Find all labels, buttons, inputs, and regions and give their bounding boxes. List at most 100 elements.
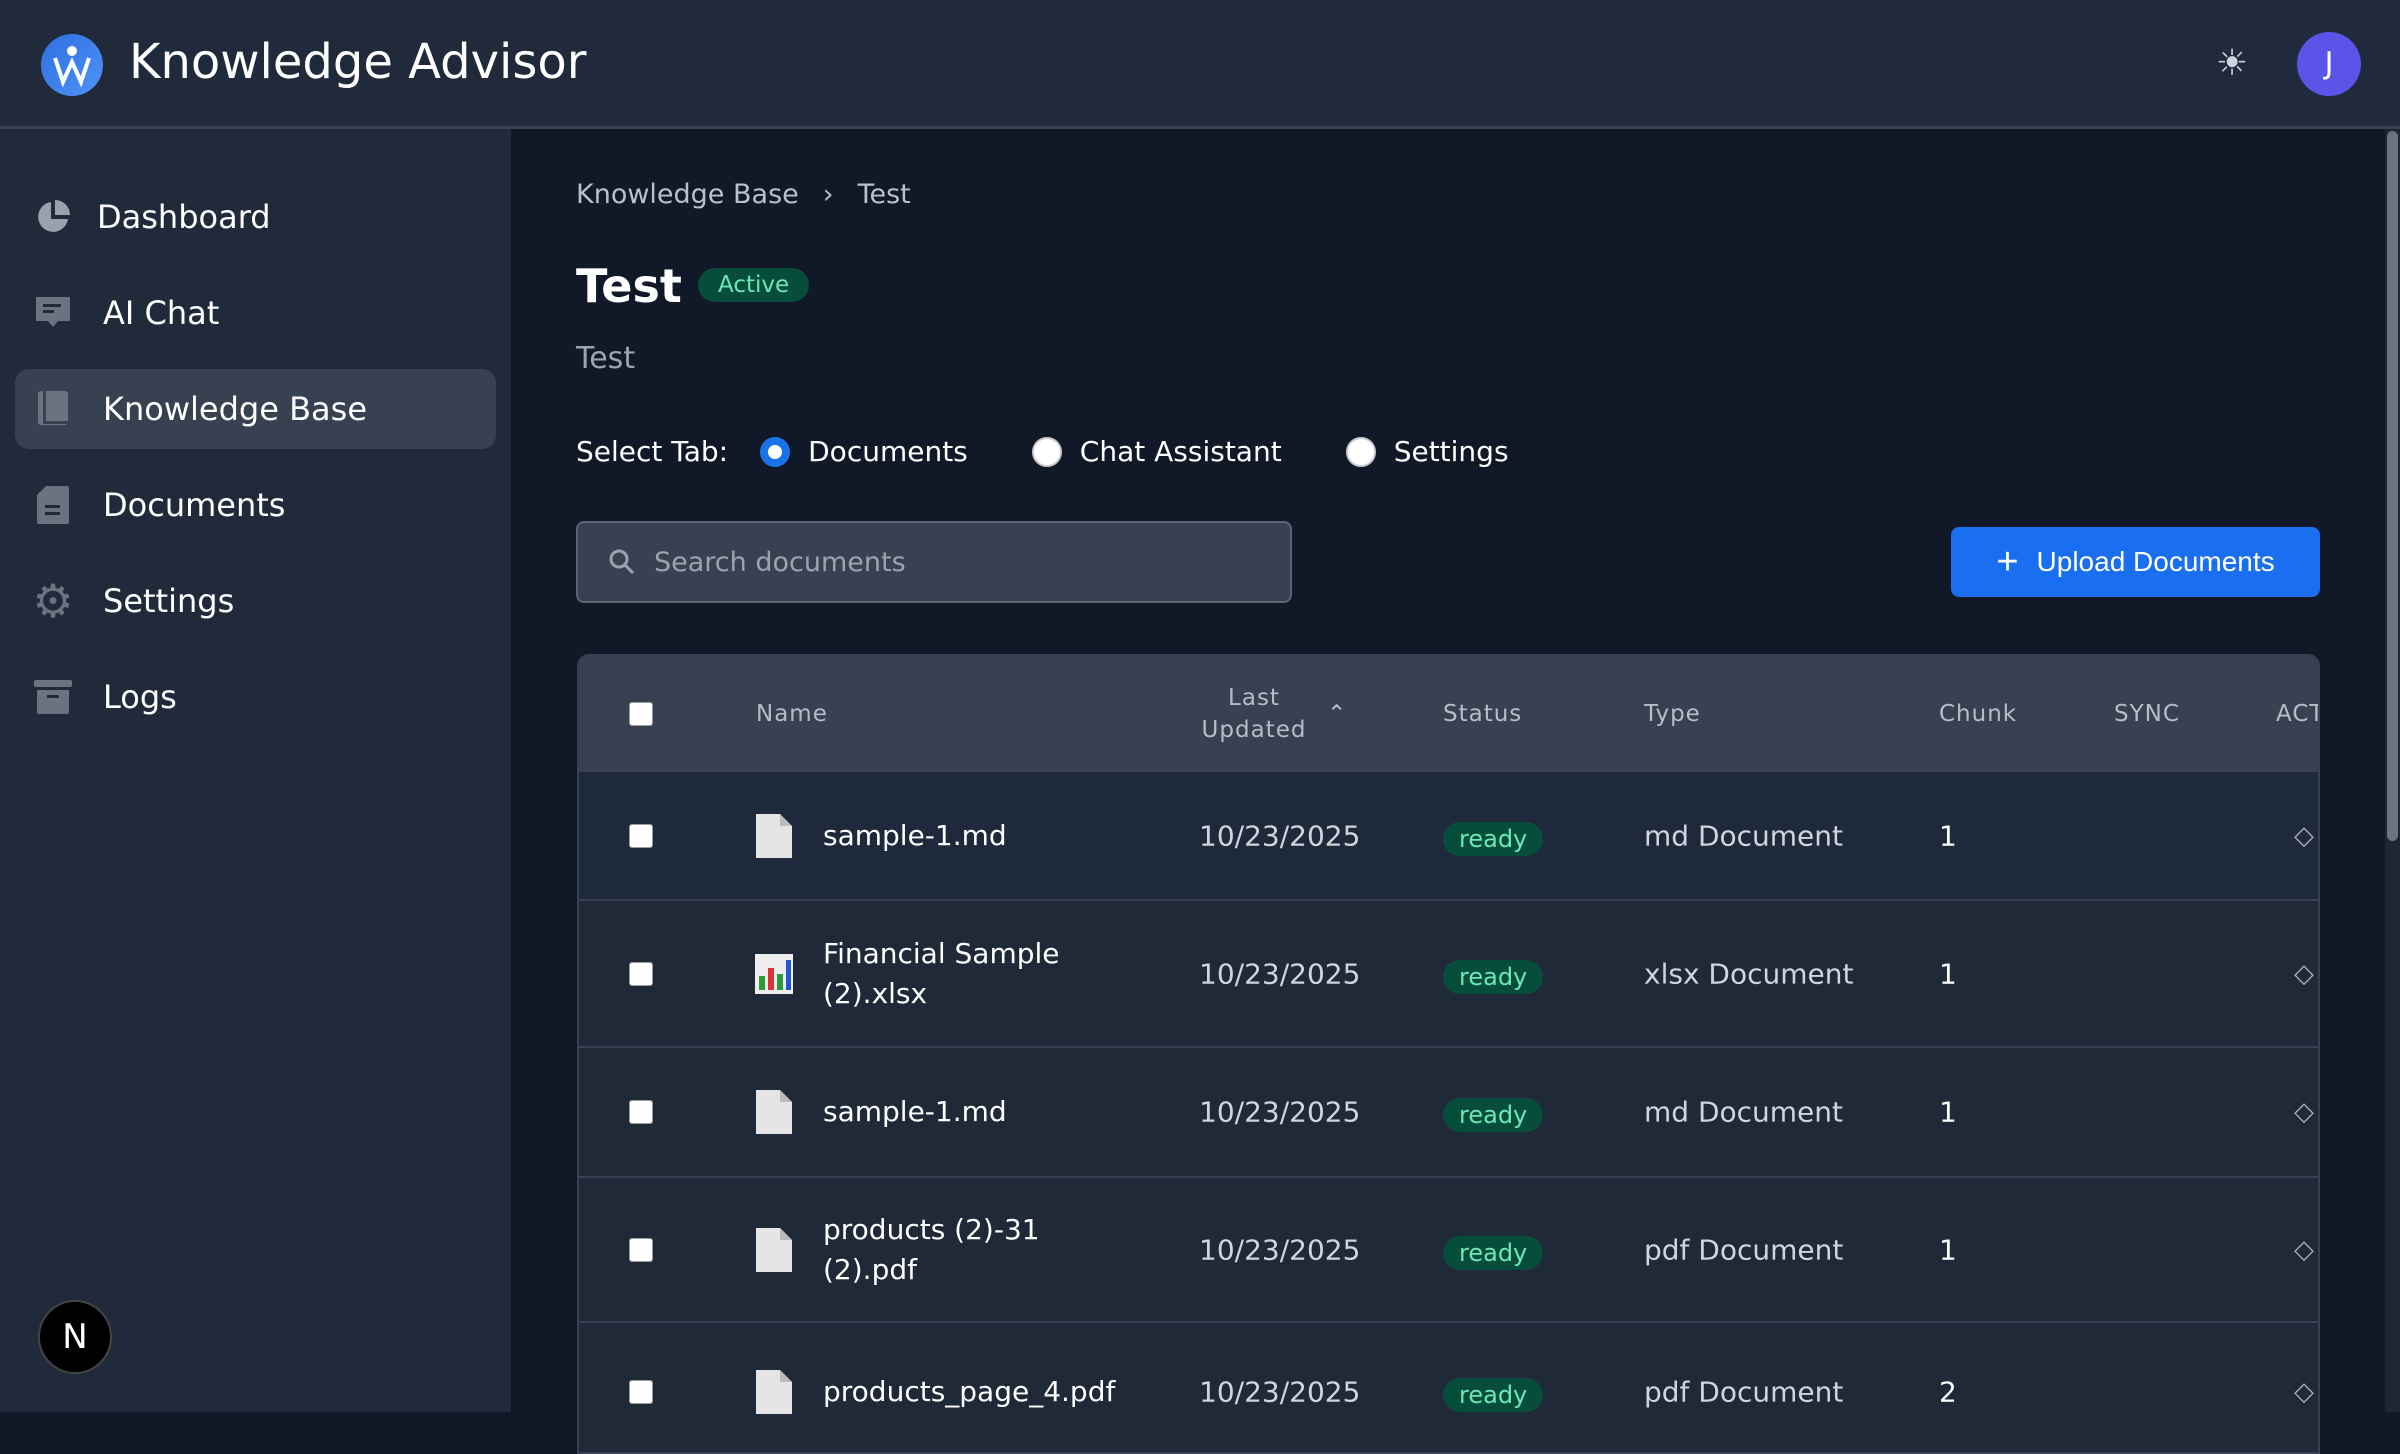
tab-settings[interactable]: Settings bbox=[1345, 435, 1509, 468]
table-header: Name Last Updated ⌃ Status Type Chunk SY… bbox=[579, 656, 2318, 772]
chevron-right-icon: › bbox=[822, 179, 834, 210]
sort-ascending-icon[interactable]: ⌃ bbox=[1327, 701, 1347, 727]
row-checkbox[interactable] bbox=[629, 1237, 653, 1262]
row-checkbox[interactable] bbox=[629, 823, 653, 848]
row-checkbox[interactable] bbox=[629, 1380, 653, 1404]
radio-selected[interactable] bbox=[760, 436, 791, 467]
status-badge: ready bbox=[1443, 1098, 1544, 1132]
sidebar-item-settings[interactable]: ⚙ Settings bbox=[15, 561, 496, 641]
app-logo bbox=[41, 34, 103, 96]
chunk-count: 1 bbox=[1939, 1233, 1957, 1266]
radio[interactable] bbox=[1031, 436, 1062, 467]
plus-icon: + bbox=[1996, 541, 2019, 583]
main-content: Knowledge Base › Test Test Active Test S… bbox=[511, 129, 2385, 1454]
tag-icon[interactable]: ◇ bbox=[2294, 1377, 2314, 1407]
header-status[interactable]: Status bbox=[1443, 701, 1522, 727]
theme-toggle-sun-icon[interactable]: ☀ bbox=[2212, 44, 2252, 84]
status-badge: ready bbox=[1443, 1378, 1544, 1412]
page-scrollbar[interactable] bbox=[2385, 129, 2400, 1412]
status-badge: ready bbox=[1443, 959, 1544, 994]
document-type: xlsx Document bbox=[1644, 957, 1854, 990]
breadcrumb-current: Test bbox=[857, 179, 911, 210]
sidebar-item-label: Settings bbox=[103, 582, 235, 620]
chat-icon bbox=[31, 295, 75, 331]
status-badge: ready bbox=[1443, 821, 1544, 856]
sidebar: Dashboard AI Chat Knowledge Base Documen… bbox=[0, 129, 511, 1412]
upload-documents-button[interactable]: + Upload Documents bbox=[1951, 527, 2320, 597]
page-title: Test bbox=[576, 259, 682, 313]
header-actions[interactable]: ACT bbox=[2276, 701, 2318, 727]
table-row[interactable]: products_page_4.pdf 10/23/2025 ready pdf… bbox=[579, 1323, 2318, 1452]
file-icon bbox=[754, 1226, 794, 1274]
document-name[interactable]: products_page_4.pdf bbox=[823, 1372, 1115, 1412]
breadcrumb: Knowledge Base › Test bbox=[576, 179, 911, 210]
tab-label: Settings bbox=[1393, 435, 1509, 468]
scrollbar-thumb[interactable] bbox=[2387, 131, 2398, 841]
header-sync[interactable]: SYNC bbox=[2114, 701, 2180, 727]
last-updated: 10/23/2025 bbox=[1199, 819, 1361, 852]
file-icon bbox=[754, 1368, 794, 1416]
user-avatar[interactable]: J bbox=[2297, 32, 2361, 96]
tag-icon[interactable]: ◇ bbox=[2294, 821, 2314, 851]
row-checkbox[interactable] bbox=[629, 1100, 653, 1124]
tag-icon[interactable]: ◇ bbox=[2294, 1235, 2314, 1265]
table-row[interactable]: Financial Sample (2).xlsx 10/23/2025 rea… bbox=[579, 901, 2318, 1048]
file-icon bbox=[754, 812, 794, 860]
documents-table: Name Last Updated ⌃ Status Type Chunk SY… bbox=[577, 654, 2320, 1454]
status-badge: ready bbox=[1443, 1235, 1544, 1270]
spreadsheet-icon bbox=[754, 950, 794, 998]
search-input[interactable] bbox=[654, 546, 1254, 578]
breadcrumb-knowledge-base[interactable]: Knowledge Base bbox=[576, 179, 799, 210]
sidebar-item-logs[interactable]: Logs bbox=[15, 657, 496, 737]
header-name[interactable]: Name bbox=[756, 701, 828, 727]
chunk-count: 1 bbox=[1939, 1095, 1957, 1129]
file-icon bbox=[754, 1088, 794, 1136]
sidebar-item-label: Knowledge Base bbox=[103, 390, 367, 428]
archive-icon bbox=[31, 679, 75, 715]
document-name[interactable]: products (2)-31 (2).pdf bbox=[823, 1210, 1093, 1290]
last-updated: 10/23/2025 bbox=[1199, 1233, 1361, 1266]
table-row[interactable]: sample-1.md 10/23/2025 ready md Document… bbox=[579, 1048, 2318, 1178]
radio[interactable] bbox=[1345, 436, 1376, 467]
document-name[interactable]: Financial Sample (2).xlsx bbox=[823, 934, 1093, 1014]
app-title: Knowledge Advisor bbox=[129, 34, 587, 90]
header-type[interactable]: Type bbox=[1644, 701, 1701, 727]
sidebar-item-ai-chat[interactable]: AI Chat bbox=[15, 273, 496, 353]
document-icon bbox=[31, 485, 75, 525]
tab-label: Documents bbox=[808, 435, 968, 468]
sidebar-item-label: Dashboard bbox=[97, 198, 271, 236]
tab-chat-assistant[interactable]: Chat Assistant bbox=[1031, 435, 1282, 468]
last-updated: 10/23/2025 bbox=[1199, 957, 1361, 990]
upload-label: Upload Documents bbox=[2036, 546, 2275, 577]
tab-documents[interactable]: Documents bbox=[760, 435, 968, 468]
chunk-count: 2 bbox=[1939, 1375, 1957, 1409]
document-type: pdf Document bbox=[1644, 1375, 1844, 1409]
sidebar-item-label: Logs bbox=[103, 678, 177, 716]
status-badge: Active bbox=[698, 268, 810, 302]
row-checkbox[interactable] bbox=[629, 961, 653, 986]
sidebar-item-documents[interactable]: Documents bbox=[15, 465, 496, 545]
document-name[interactable]: sample-1.md bbox=[823, 816, 1093, 856]
document-type: md Document bbox=[1644, 819, 1844, 852]
document-name[interactable]: sample-1.md bbox=[823, 1092, 1093, 1132]
tab-label: Chat Assistant bbox=[1079, 435, 1282, 468]
tag-icon[interactable]: ◇ bbox=[2294, 1097, 2314, 1127]
sidebar-item-dashboard[interactable]: Dashboard bbox=[15, 177, 496, 257]
table-row[interactable]: sample-1.md 10/23/2025 ready md Document… bbox=[579, 772, 2318, 901]
chunk-count: 1 bbox=[1939, 819, 1957, 852]
tag-icon[interactable]: ◇ bbox=[2294, 959, 2314, 989]
search-icon bbox=[609, 549, 635, 575]
header-chunk[interactable]: Chunk bbox=[1939, 701, 2017, 727]
sidebar-item-knowledge-base[interactable]: Knowledge Base bbox=[15, 369, 496, 449]
chunk-count: 1 bbox=[1939, 957, 1957, 990]
top-bar: Knowledge Advisor ☀ J bbox=[0, 0, 2400, 129]
search-box[interactable] bbox=[576, 521, 1292, 603]
next-badge[interactable]: N bbox=[38, 1300, 112, 1374]
select-all-checkbox[interactable] bbox=[629, 702, 653, 726]
sidebar-item-label: AI Chat bbox=[103, 294, 220, 332]
tab-selector-label: Select Tab: bbox=[576, 435, 729, 468]
table-row[interactable]: products (2)-31 (2).pdf 10/23/2025 ready… bbox=[579, 1178, 2318, 1323]
header-last-updated[interactable]: Last Updated bbox=[1199, 682, 1309, 746]
document-type: md Document bbox=[1644, 1095, 1844, 1129]
pie-chart-icon bbox=[31, 199, 75, 235]
